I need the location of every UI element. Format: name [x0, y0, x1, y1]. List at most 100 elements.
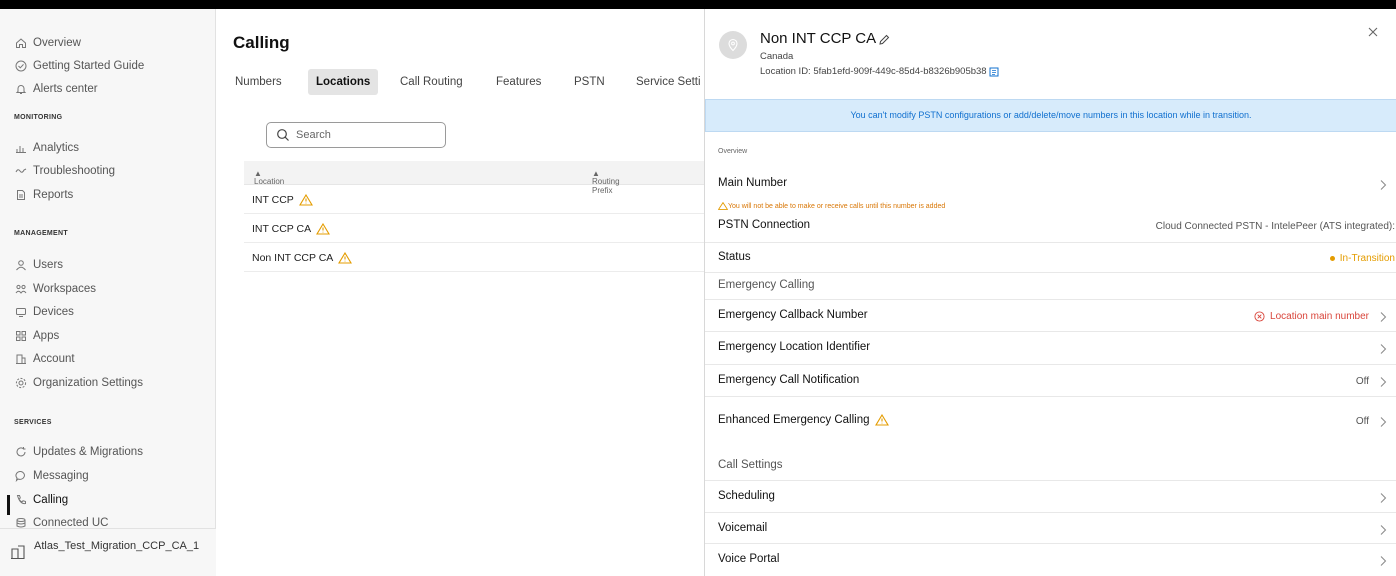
sidebar-item-apps[interactable]: Apps	[14, 326, 59, 346]
chevron-right-icon	[1378, 523, 1388, 535]
column-header-location[interactable]: Location ▲	[254, 169, 284, 186]
tab-call-routing[interactable]: Call Routing	[400, 69, 463, 95]
locations-table: Location ▲ Routing Prefix ▲ INT CCP INT …	[244, 161, 704, 272]
warning-icon	[874, 414, 889, 426]
scheduling-label: Scheduling	[718, 490, 775, 502]
sidebar-item-updates-migrations[interactable]: Updates & Migrations	[14, 442, 143, 462]
organization-switcher[interactable]: Atlas_Test_Migration_CCP_CA_1	[0, 528, 216, 576]
sidebar: Overview Getting Started Guide Alerts ce…	[0, 9, 216, 576]
active-indicator	[7, 495, 10, 515]
emergency-calling-section-label: Emergency Calling	[718, 279, 815, 291]
sidebar-item-alerts-center[interactable]: Alerts center	[14, 79, 98, 99]
tab-pstn[interactable]: PSTN	[574, 69, 605, 95]
phone-icon	[14, 493, 28, 507]
status-label: Status	[718, 251, 751, 263]
error-circle-icon	[1254, 311, 1265, 322]
check-circle-icon	[14, 59, 28, 73]
tab-numbers[interactable]: Numbers	[235, 69, 282, 95]
search-box[interactable]	[266, 122, 446, 148]
refresh-icon	[14, 445, 28, 459]
calling-main: Calling Numbers Locations Call Routing F…	[216, 9, 704, 576]
warning-icon	[316, 223, 331, 235]
tab-service-settings[interactable]: Service Setti	[636, 69, 701, 95]
emergency-call-notification-row[interactable]: Emergency Call Notification Off	[705, 365, 1396, 397]
sidebar-item-messaging[interactable]: Messaging	[14, 466, 89, 486]
sidebar-item-workspaces[interactable]: Workspaces	[14, 279, 96, 299]
gear-icon	[14, 376, 28, 390]
sidebar-item-overview[interactable]: Overview	[14, 33, 81, 53]
device-icon	[14, 305, 28, 319]
tab-locations[interactable]: Locations	[308, 69, 379, 95]
column-header-routing-prefix[interactable]: Routing Prefix ▲	[592, 169, 620, 195]
pstn-connection-row: PSTN Connection Cloud Connected PSTN - I…	[705, 213, 1396, 243]
emergency-callback-number-label: Emergency Callback Number	[718, 309, 868, 321]
voicemail-label: Voicemail	[718, 522, 768, 534]
table-row[interactable]: INT CCP	[244, 185, 704, 214]
main-number-label: Main Number	[718, 177, 788, 189]
close-icon[interactable]	[1366, 25, 1380, 39]
voice-portal-row[interactable]: Voice Portal	[705, 544, 1396, 576]
chat-bubble-icon	[14, 469, 28, 483]
emergency-callback-number-value: Location main number	[1254, 311, 1369, 322]
search-icon	[276, 128, 290, 142]
scheduling-row[interactable]: Scheduling	[705, 481, 1396, 513]
section-monitoring: MONITORING	[14, 114, 63, 121]
location-country: Canada	[760, 51, 794, 62]
overview-section-label: Overview	[718, 148, 748, 155]
organization-name: Atlas_Test_Migration_CCP_CA_1	[34, 540, 200, 552]
status-row: Status In-Transition	[705, 243, 1396, 273]
sidebar-item-analytics[interactable]: Analytics	[14, 138, 79, 158]
sidebar-item-reports[interactable]: Reports	[14, 185, 73, 205]
section-services: SERVICES	[14, 419, 52, 426]
sidebar-item-devices[interactable]: Devices	[14, 302, 74, 322]
enhanced-emergency-calling-label: Enhanced Emergency Calling	[718, 414, 889, 426]
user-icon	[14, 258, 28, 272]
search-input[interactable]	[296, 129, 436, 141]
status-dot	[1329, 256, 1335, 261]
table-row[interactable]: INT CCP CA	[244, 214, 704, 243]
document-icon	[14, 188, 28, 202]
apps-grid-icon	[14, 329, 28, 343]
page-title: Calling	[233, 33, 290, 52]
warning-icon	[718, 202, 728, 210]
enhanced-emergency-calling-value: Off	[1355, 416, 1369, 427]
sidebar-item-organization-settings[interactable]: Organization Settings	[14, 373, 143, 393]
location-pin-icon	[719, 31, 747, 59]
sidebar-item-troubleshooting[interactable]: Troubleshooting	[14, 161, 115, 181]
sidebar-item-calling[interactable]: Calling	[14, 490, 68, 510]
chevron-right-icon	[1378, 415, 1388, 427]
top-black-bar	[0, 0, 1396, 9]
location-id: Location ID: 5fab1efd-909f-449c-85d4-b83…	[760, 66, 999, 77]
pulse-icon	[14, 164, 28, 178]
bar-chart-icon	[14, 141, 28, 155]
sidebar-item-account[interactable]: Account	[14, 349, 75, 369]
bell-icon	[14, 82, 28, 96]
chevron-right-icon	[1378, 342, 1388, 354]
building-icon	[14, 352, 28, 366]
sidebar-item-getting-started[interactable]: Getting Started Guide	[14, 56, 144, 76]
location-detail-panel: Non INT CCP CA Canada Location ID: 5fab1…	[704, 9, 1396, 576]
emergency-location-identifier-label: Emergency Location Identifier	[718, 341, 871, 353]
emergency-call-notification-label: Emergency Call Notification	[718, 374, 860, 386]
voice-portal-label: Voice Portal	[718, 553, 780, 565]
chevron-right-icon	[1378, 178, 1388, 190]
sidebar-item-users[interactable]: Users	[14, 255, 63, 275]
tab-features[interactable]: Features	[496, 69, 541, 95]
chevron-right-icon	[1378, 554, 1388, 566]
table-row[interactable]: Non INT CCP CA	[244, 243, 704, 272]
pstn-connection-value: Cloud Connected PSTN - IntelePeer (ATS i…	[1155, 221, 1395, 232]
warning-icon	[298, 194, 313, 206]
table-header: Location ▲ Routing Prefix ▲	[244, 161, 704, 195]
copy-icon[interactable]	[989, 67, 999, 77]
voicemail-row[interactable]: Voicemail	[705, 513, 1396, 544]
emergency-location-identifier-row[interactable]: Emergency Location Identifier	[705, 332, 1396, 365]
section-management: MANAGEMENT	[14, 230, 68, 237]
location-name: Non INT CCP CA	[252, 252, 334, 264]
status-badge: In-Transition	[1329, 253, 1395, 264]
location-name: INT CCP	[252, 194, 294, 206]
call-settings-section-label: Call Settings	[718, 459, 783, 471]
home-icon	[14, 36, 28, 50]
emergency-call-notification-value: Off	[1355, 376, 1369, 387]
emergency-callback-number-row[interactable]: Emergency Callback Number Location main …	[705, 300, 1396, 332]
edit-pencil-icon[interactable]	[878, 33, 890, 45]
